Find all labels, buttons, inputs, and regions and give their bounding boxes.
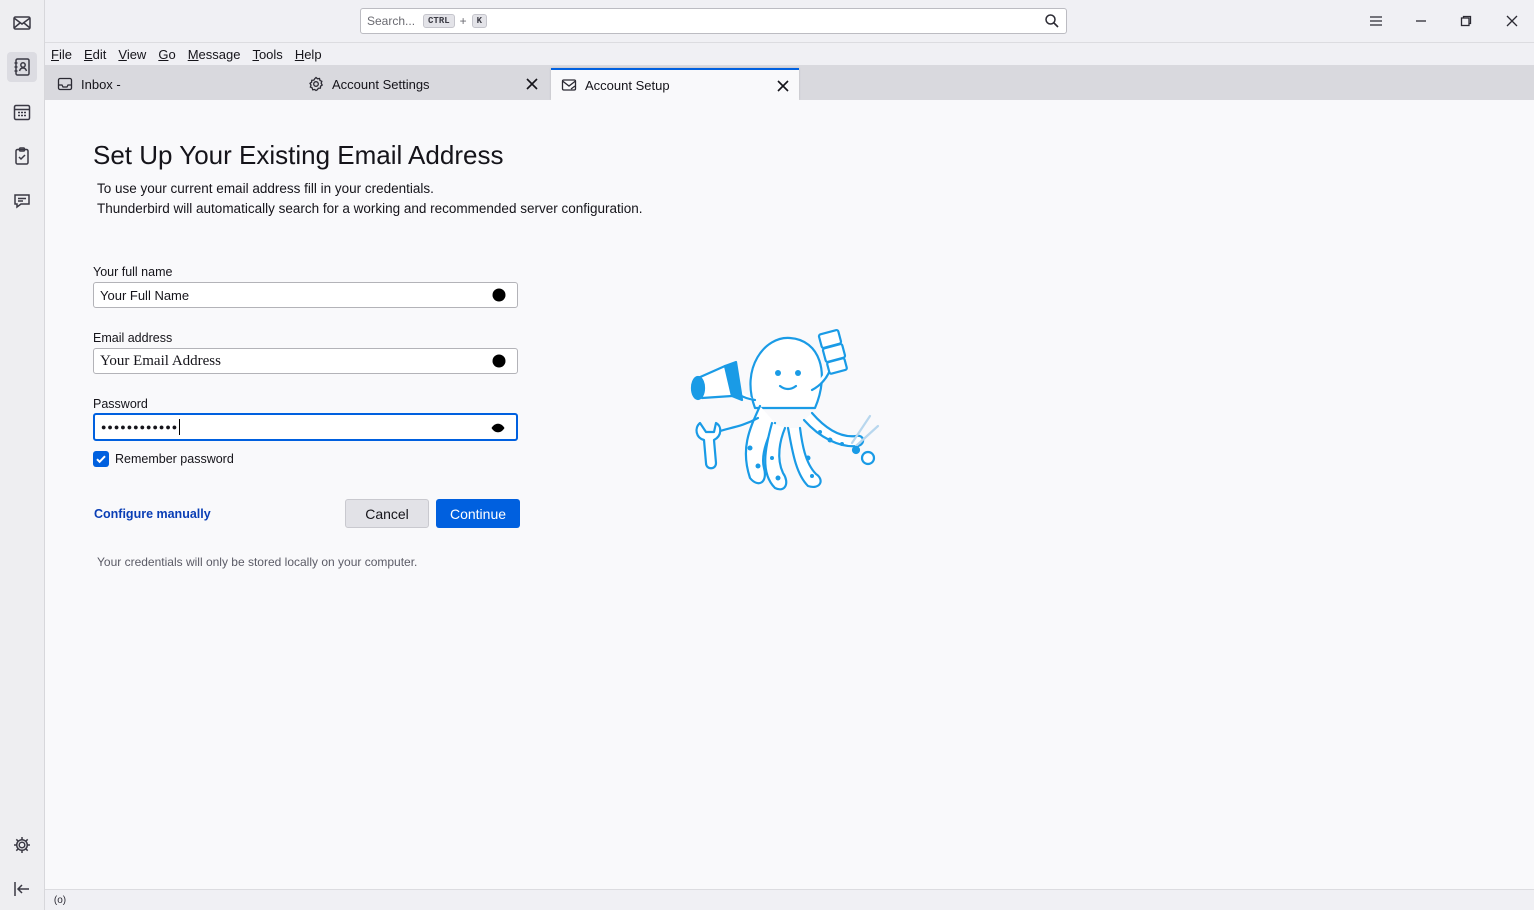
menu-go-accesskey: G <box>158 46 169 62</box>
tab-inbox-label: Inbox - <box>81 76 121 92</box>
menu-go-label: o <box>168 46 176 62</box>
title-bar: Search... CTRL + K <box>45 0 1534 43</box>
remember-password-checkbox[interactable] <box>93 451 109 467</box>
close-icon <box>777 80 789 92</box>
search-icon[interactable] <box>1044 13 1060 29</box>
menu-file-accesskey: F <box>51 46 59 62</box>
close-icon <box>526 78 538 90</box>
minimize-icon <box>1416 20 1426 22</box>
menu-edit[interactable]: Edit <box>84 47 106 62</box>
tab-inbox[interactable]: Inbox - <box>47 68 297 100</box>
info-icon[interactable] <box>491 287 507 303</box>
menu-view-accesskey: V <box>118 46 127 62</box>
menu-message-accesskey: M <box>187 46 199 62</box>
shortcut-key-k: K <box>471 14 488 28</box>
tasks-space-button[interactable] <box>7 141 37 171</box>
octopus-mascot-illustration <box>690 328 880 491</box>
hamburger-icon <box>1370 16 1382 26</box>
full-name-value: Your Full Name <box>100 287 190 303</box>
spaces-toolbar <box>0 0 45 910</box>
settings-button[interactable] <box>7 830 37 860</box>
menu-file[interactable]: File <box>51 47 72 62</box>
menu-help-accesskey: H <box>294 46 305 62</box>
app-menu-button[interactable] <box>1362 8 1390 34</box>
mail-icon <box>13 16 31 30</box>
description-line-1: To use your current email address fill i… <box>97 181 434 196</box>
menu-file-label: ile <box>58 46 72 62</box>
menu-view[interactable]: View <box>118 47 146 62</box>
password-input[interactable]: ●●●●●●●●●●●● <box>93 413 518 441</box>
full-name-input[interactable]: Your Full Name <box>93 282 518 308</box>
continue-button[interactable]: Continue <box>436 499 520 528</box>
global-search-input[interactable]: Search... CTRL + K <box>360 8 1067 34</box>
mail-space-button[interactable] <box>7 8 37 38</box>
email-input[interactable]: Your Email Address <box>93 348 518 374</box>
tab-account-settings[interactable]: Account Settings <box>298 68 548 100</box>
address-book-icon <box>14 58 30 76</box>
menu-message[interactable]: Message <box>188 47 241 62</box>
tab-close-button[interactable] <box>775 78 791 94</box>
chat-space-button[interactable] <box>7 186 37 216</box>
menu-go[interactable]: Go <box>158 47 175 62</box>
menu-view-label: iew <box>126 46 147 62</box>
search-placeholder: Search... <box>367 14 416 28</box>
email-value: Your Email Address <box>100 352 221 369</box>
inbox-icon <box>57 76 73 92</box>
chat-icon <box>14 194 30 209</box>
restore-button[interactable] <box>1452 8 1480 34</box>
password-label: Password <box>93 397 148 411</box>
full-name-label: Your full name <box>93 265 173 279</box>
shortcut-plus: + <box>459 14 467 28</box>
tab-bar: Inbox - Account Settings Account Setup <box>45 65 1534 100</box>
collapse-toolbar-button[interactable] <box>7 874 37 904</box>
tab-account-setup[interactable]: Account Setup <box>551 68 799 100</box>
text-caret <box>179 419 181 435</box>
tasks-icon <box>15 147 29 165</box>
minimize-button[interactable] <box>1407 8 1435 34</box>
status-bar: (o) <box>45 889 1534 910</box>
cancel-button[interactable]: Cancel <box>345 499 429 528</box>
hide-password-icon[interactable] <box>490 420 506 436</box>
mail-icon <box>561 77 577 93</box>
credentials-note: Your credentials will only be stored loc… <box>97 555 418 569</box>
close-window-button[interactable] <box>1498 8 1526 34</box>
tab-account-setup-label: Account Setup <box>585 77 670 93</box>
tab-account-settings-label: Account Settings <box>332 76 430 92</box>
menu-edit-accesskey: E <box>83 46 93 62</box>
collapse-arrow-icon <box>14 882 29 896</box>
menu-help[interactable]: Help <box>295 47 322 62</box>
menu-tools[interactable]: Tools <box>252 47 282 62</box>
menu-edit-label: dit <box>92 46 107 62</box>
address-book-space-button[interactable] <box>7 52 37 82</box>
remember-password-label[interactable]: Remember password <box>115 452 234 466</box>
password-value: ●●●●●●●●●●●● <box>101 422 179 432</box>
calendar-space-button[interactable] <box>7 97 37 127</box>
restore-icon <box>1460 15 1472 27</box>
gear-icon <box>14 837 30 853</box>
checkmark-icon <box>96 455 106 464</box>
tab-close-button[interactable] <box>524 76 540 92</box>
menu-bar: File Edit View Go Message Tools Help <box>45 43 1534 65</box>
account-setup-page: Set Up Your Existing Email Address To us… <box>45 100 1534 889</box>
page-title: Set Up Your Existing Email Address <box>93 140 504 170</box>
close-icon <box>1506 15 1518 27</box>
shortcut-key-ctrl: CTRL <box>423 14 455 28</box>
info-icon[interactable] <box>491 353 507 369</box>
calendar-icon <box>13 104 31 121</box>
email-label: Email address <box>93 331 173 345</box>
menu-message-label: essage <box>198 46 241 62</box>
gear-icon <box>308 76 324 92</box>
description-line-2: Thunderbird will automatically search fo… <box>97 201 643 216</box>
menu-tools-label: ools <box>258 46 283 62</box>
activity-icon[interactable]: (o) <box>49 891 71 909</box>
menu-help-label: elp <box>304 46 322 62</box>
configure-manually-link[interactable]: Configure manually <box>94 507 211 521</box>
